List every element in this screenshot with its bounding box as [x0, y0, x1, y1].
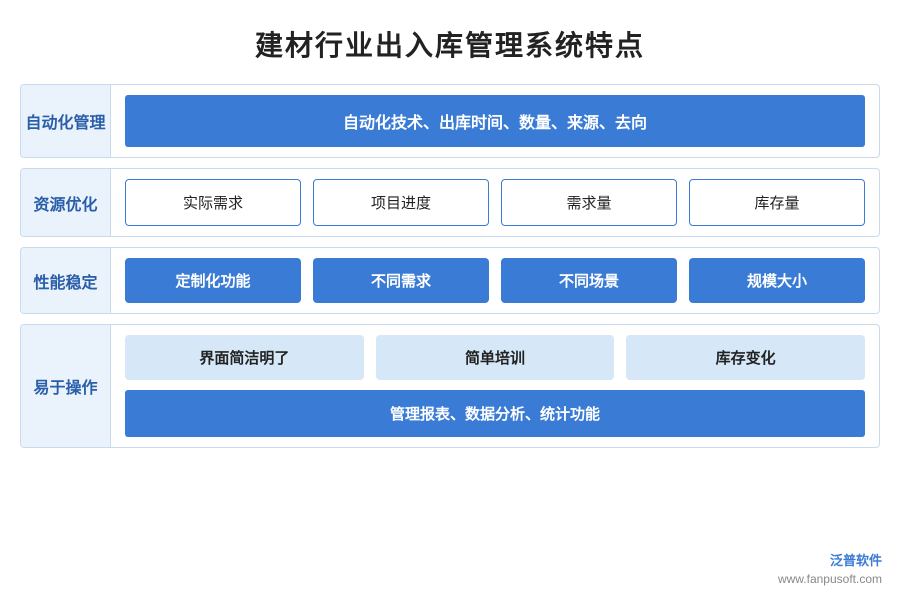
blue-box-2: 不同场景 — [501, 258, 677, 303]
blue-box-1: 不同需求 — [313, 258, 489, 303]
blue-bar-bottom: 管理报表、数据分析、统计功能 — [125, 390, 865, 437]
row-content-easy: 界面简洁明了 简单培训 库存变化 管理报表、数据分析、统计功能 — [111, 325, 879, 447]
blue-box-3: 规模大小 — [689, 258, 865, 303]
blue-box-0: 定制化功能 — [125, 258, 301, 303]
label-automation: 自动化管理 — [21, 85, 111, 157]
outline-box-1: 项目进度 — [313, 179, 489, 226]
row-performance: 性能稳定 定制化功能 不同需求 不同场景 规模大小 — [20, 247, 880, 314]
page-title: 建材行业出入库管理系统特点 — [255, 0, 645, 84]
light-box-2: 库存变化 — [626, 335, 865, 380]
label-easy: 易于操作 — [21, 325, 111, 447]
outline-box-0: 实际需求 — [125, 179, 301, 226]
row-content-automation: 自动化技术、出库时间、数量、来源、去向 — [111, 85, 879, 157]
watermark: 泛普软件 www.fanpusoft.com — [778, 551, 882, 589]
row-content-resource: 实际需求 项目进度 需求量 库存量 — [111, 169, 879, 236]
row-automation: 自动化管理 自动化技术、出库时间、数量、来源、去向 — [20, 84, 880, 158]
light-box-1: 简单培训 — [376, 335, 615, 380]
watermark-logo: 泛普软件 — [778, 551, 882, 571]
row-easy: 易于操作 界面简洁明了 简单培训 库存变化 管理报表、数据分析、统计功能 — [20, 324, 880, 448]
blue-bar-automation: 自动化技术、出库时间、数量、来源、去向 — [125, 95, 865, 147]
easy-top-boxes: 界面简洁明了 简单培训 库存变化 — [125, 335, 865, 380]
content-area: 自动化管理 自动化技术、出库时间、数量、来源、去向 资源优化 实际需求 项目进度… — [20, 84, 880, 448]
row-content-performance: 定制化功能 不同需求 不同场景 规模大小 — [111, 248, 879, 313]
outline-box-3: 库存量 — [689, 179, 865, 226]
watermark-url: www.fanpusoft.com — [778, 570, 882, 588]
light-box-0: 界面简洁明了 — [125, 335, 364, 380]
label-performance: 性能稳定 — [21, 248, 111, 313]
outline-box-2: 需求量 — [501, 179, 677, 226]
row-resource: 资源优化 实际需求 项目进度 需求量 库存量 — [20, 168, 880, 237]
label-resource: 资源优化 — [21, 169, 111, 236]
